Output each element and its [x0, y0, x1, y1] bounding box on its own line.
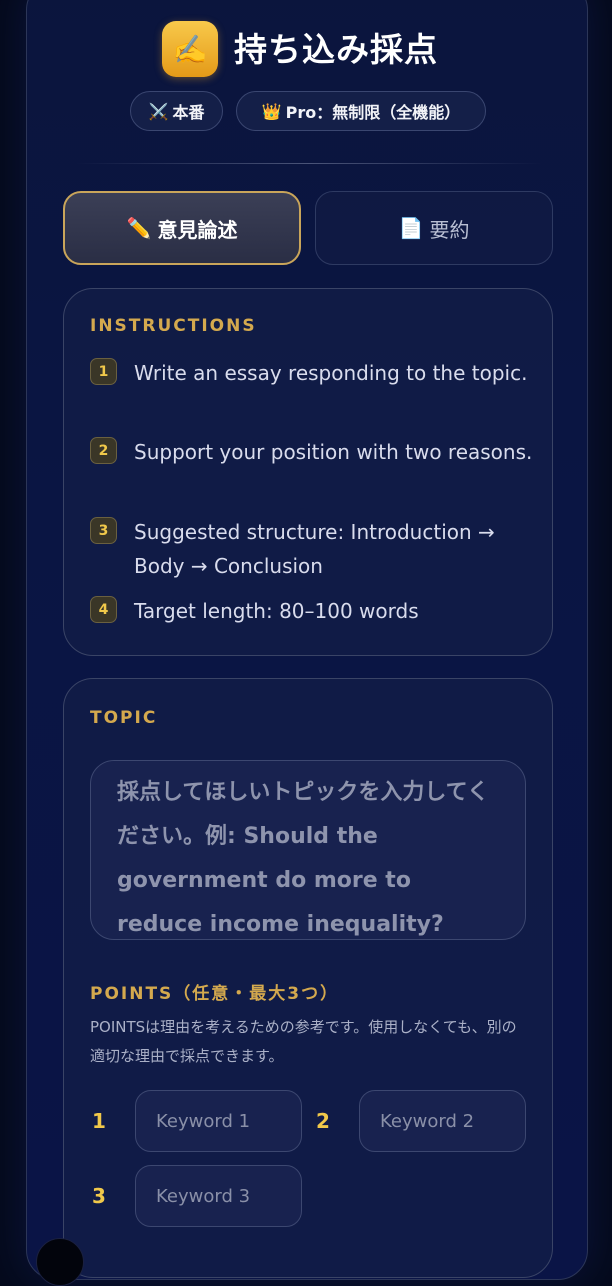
page-title: 持ち込み採点 [234, 30, 438, 69]
keyword-3-input[interactable]: Keyword 3 [135, 1165, 302, 1227]
keyword-2-input[interactable]: Keyword 2 [359, 1090, 526, 1152]
document-icon: 📄 [398, 216, 424, 240]
topic-card: TOPIC 採点してほしいトピックを入力してください。例: Should the… [63, 678, 553, 1278]
mode-badge-label: 本番 [172, 103, 205, 122]
keyword-1-input[interactable]: Keyword 1 [135, 1090, 302, 1152]
points-note: POINTSは理由を考えるための参考です。使用しなくても、別の適切な理由で採点で… [90, 1018, 517, 1065]
keyword-number: 1 [92, 1109, 106, 1133]
instructions-card: INSTRUCTIONS 1 Write an essay responding… [63, 288, 553, 656]
topic-heading: TOPIC [90, 708, 158, 728]
header-divider [76, 163, 542, 164]
topic-textarea[interactable]: 採点してほしいトピックを入力してください。例: Should the gover… [90, 760, 526, 940]
keyword-number: 2 [316, 1109, 330, 1133]
number-badge: 2 [90, 437, 117, 464]
pencil-icon: ✏️ [126, 216, 152, 240]
floating-button[interactable] [36, 1238, 84, 1286]
tab-opinion-label: 意見論述 [157, 217, 238, 242]
number-badge: 4 [90, 596, 117, 623]
plan-badge[interactable]: 👑 Pro：無制限（全機能） [236, 91, 486, 131]
tab-opinion-essay[interactable]: ✏️ 意見論述 [63, 191, 301, 265]
mode-badge[interactable]: ⚔️ 本番 [130, 91, 223, 131]
instruction-text: Suggested structure: Introduction → Body… [134, 520, 495, 578]
crossed-swords-icon: ⚔️ [148, 101, 169, 121]
tab-summary-label: 要約 [429, 217, 470, 242]
instructions-heading: INSTRUCTIONS [90, 316, 257, 336]
number-badge: 3 [90, 517, 117, 544]
tab-summary[interactable]: 📄 要約 [315, 191, 553, 265]
plan-badge-label: Pro：無制限（全機能） [285, 103, 461, 122]
number-badge: 1 [90, 358, 117, 385]
points-heading: POINTS（任意・最大3つ） [90, 984, 340, 1004]
instruction-text: Write an essay responding to the topic. [134, 361, 528, 385]
instruction-text: Target length: 80–100 words [134, 599, 419, 623]
writing-hand-icon: ✍️ [162, 21, 218, 77]
crown-icon: 👑 [261, 101, 282, 121]
topic-placeholder: 採点してほしいトピックを入力してください。例: Should the gover… [117, 780, 490, 937]
keyword-number: 3 [92, 1184, 106, 1208]
instruction-text: Support your position with two reasons. [134, 440, 533, 464]
